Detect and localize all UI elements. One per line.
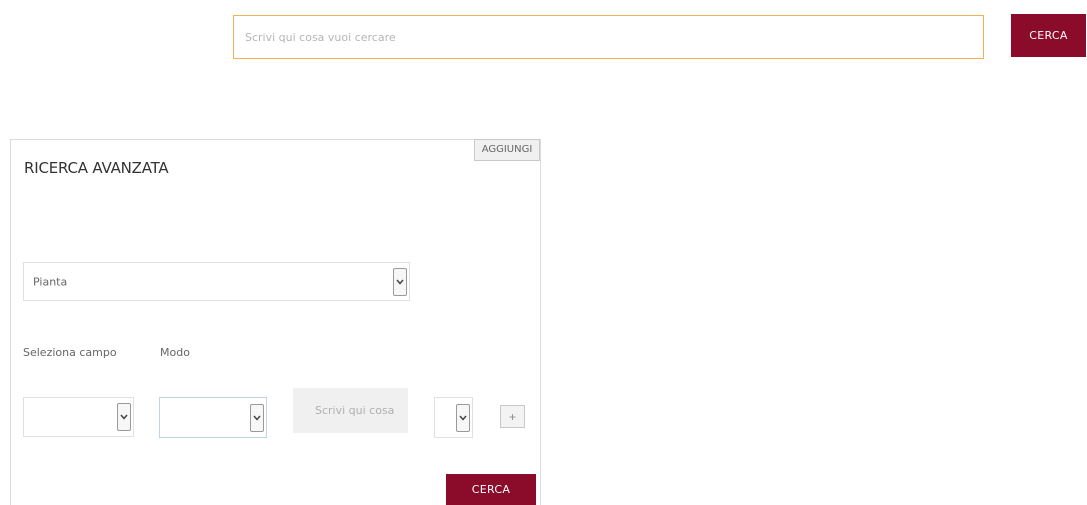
category-select[interactable]: Pianta [23,262,410,301]
add-row-button[interactable]: + [500,405,525,428]
chevron-down-icon [248,398,266,437]
advanced-search-panel [10,139,541,505]
chevron-down-icon [115,398,133,436]
chevron-down-icon [391,263,409,300]
advanced-search-title: RICERCA AVANZATA [24,159,169,177]
field-label: Seleziona campo [23,346,117,359]
value-input[interactable] [293,388,408,433]
category-select-value: Pianta [33,275,68,288]
field-select[interactable] [23,397,134,437]
operator-select[interactable] [434,397,473,438]
add-button[interactable]: AGGIUNGI [474,139,540,161]
mode-label: Modo [160,346,190,359]
advanced-search-button[interactable]: CERCA [446,474,536,505]
main-search-button[interactable]: CERCA [1011,14,1086,57]
chevron-down-icon [454,398,472,437]
main-search-input[interactable] [233,15,984,59]
mode-select[interactable] [159,397,267,438]
